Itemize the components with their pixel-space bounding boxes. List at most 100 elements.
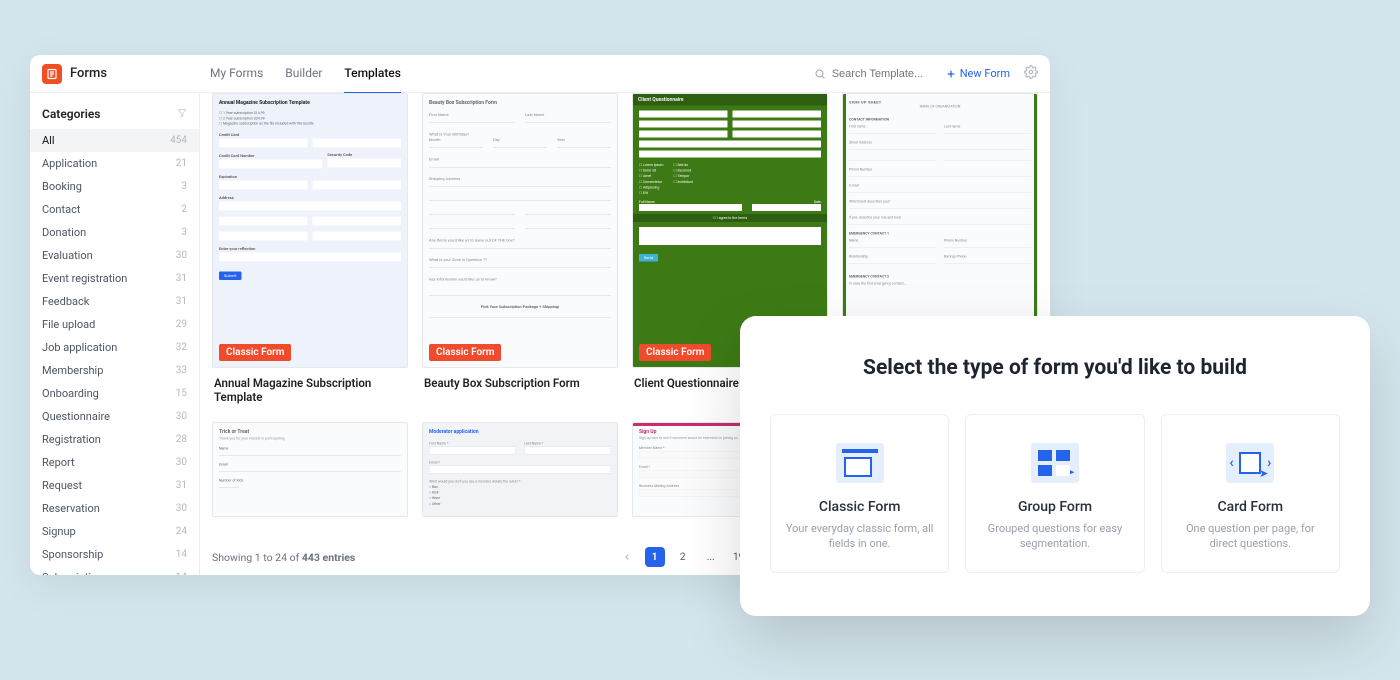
category-item[interactable]: Registration28 [30, 428, 199, 451]
category-label: Evaluation [42, 249, 93, 262]
gear-icon [1024, 65, 1038, 79]
card-form-icon: ➤ [1226, 443, 1274, 483]
sidebar-heading-label: Categories [42, 107, 100, 121]
category-label: Feedback [42, 295, 89, 308]
settings-button[interactable] [1024, 64, 1038, 83]
type-desc: One question per page, for direct questi… [1174, 521, 1327, 552]
category-item[interactable]: Contact2 [30, 198, 199, 221]
category-item[interactable]: Request 31 [30, 474, 199, 497]
page-ellipsis: ... [701, 547, 721, 567]
category-count: 31 [176, 480, 187, 491]
type-name: Classic Form [783, 499, 936, 515]
category-label: Event registration [42, 272, 127, 285]
topbar: Forms My Forms Builder Templates New For… [30, 55, 1050, 93]
summary-pre: Showing 1 to 24 of [212, 551, 302, 564]
category-item[interactable]: File upload 29 [30, 313, 199, 336]
new-form-button[interactable]: New Form [946, 67, 1010, 80]
category-count: 31 [176, 273, 187, 284]
type-group-form[interactable]: ➤ Group Form Grouped questions for easy … [965, 414, 1144, 573]
category-count: 3 [181, 227, 187, 238]
category-item[interactable]: Donation 3 [30, 221, 199, 244]
category-label: Questionnaire [42, 410, 110, 423]
category-label: Subscription [42, 571, 103, 575]
category-label: Report [42, 456, 75, 469]
type-name: Group Form [978, 499, 1131, 515]
category-item[interactable]: Report30 [30, 451, 199, 474]
category-count: 28 [176, 434, 187, 445]
entries-summary: Showing 1 to 24 of 443 entries [212, 551, 355, 564]
category-label: All [42, 134, 55, 147]
template-badge: Classic Form [219, 344, 291, 361]
template-card[interactable]: Annual Magazine Subscription Template ☐ … [212, 93, 408, 404]
category-count: 21 [176, 158, 187, 169]
template-badge: Classic Form [639, 344, 711, 361]
category-label: Donation [42, 226, 86, 239]
thumb-agree: ☐ I agree to the terms [633, 214, 827, 222]
category-label: Job application [42, 341, 117, 354]
type-card-form[interactable]: ➤ Card Form One question per page, for d… [1161, 414, 1340, 573]
category-item[interactable]: Event registration 31 [30, 267, 199, 290]
new-form-label: New Form [960, 67, 1010, 80]
category-item[interactable]: Job application32 [30, 336, 199, 359]
thumb-section: Pick Your Subscription Package + Shippin… [429, 305, 611, 310]
category-count: 33 [176, 365, 187, 376]
category-label: File upload [42, 318, 95, 331]
category-count: 24 [176, 526, 187, 537]
filter-icon[interactable] [177, 108, 187, 121]
category-list: All454Application21Booking3Contact2Donat… [30, 129, 199, 575]
category-item[interactable]: Feedback31 [30, 290, 199, 313]
category-item[interactable]: Signup24 [30, 520, 199, 543]
thumb-subtitle: Thank you for your interest in participa… [219, 437, 401, 441]
page-2-button[interactable]: 2 [673, 547, 693, 567]
category-item[interactable]: Booking3 [30, 175, 199, 198]
page-1-button[interactable]: 1 [645, 547, 665, 567]
category-count: 29 [176, 319, 187, 330]
category-count: 454 [170, 135, 187, 146]
nav-my-forms[interactable]: My Forms [210, 55, 263, 94]
category-count: 30 [176, 411, 187, 422]
category-item[interactable]: Sponsorship14 [30, 543, 199, 566]
category-count: 14 [176, 572, 187, 575]
modal-title: Select the type of form you'd like to bu… [770, 356, 1340, 380]
type-classic-form[interactable]: Classic Form Your everyday classic form,… [770, 414, 949, 573]
prev-page-button[interactable] [617, 547, 637, 567]
category-item[interactable]: All 454 [30, 129, 199, 152]
search-input[interactable] [832, 68, 932, 80]
template-card[interactable]: Moderator application First Name *Last N… [422, 422, 618, 517]
group-form-icon: ➤ [1031, 443, 1079, 483]
thumb-subtitle: NAME OF ORGANIZATION [849, 105, 1031, 109]
category-item[interactable]: Application21 [30, 152, 199, 175]
category-count: 30 [176, 503, 187, 514]
chevron-left-icon [622, 552, 632, 562]
category-label: Reservation [42, 502, 100, 515]
category-label: Request [42, 479, 82, 492]
category-label: Onboarding [42, 387, 99, 400]
category-count: 2 [181, 204, 187, 215]
search-box[interactable] [814, 68, 932, 80]
category-item[interactable]: Subscription 14 [30, 566, 199, 575]
category-item[interactable]: Membership33 [30, 359, 199, 382]
type-name: Card Form [1174, 499, 1327, 515]
type-desc: Grouped questions for easy segmentation. [978, 521, 1131, 552]
template-card[interactable]: Trick or Treat Thank you for your intere… [212, 422, 408, 517]
template-card[interactable]: Beauty Box Subscription Form First NameL… [422, 93, 618, 404]
form-type-options: Classic Form Your everyday classic form,… [770, 414, 1340, 573]
classic-form-icon [836, 443, 884, 483]
nav-builder[interactable]: Builder [285, 55, 322, 94]
thumb-section: EMERGENCY CONTACT 2 [849, 275, 1031, 279]
category-item[interactable]: Evaluation 30 [30, 244, 199, 267]
category-count: 14 [176, 549, 187, 560]
category-item[interactable]: Questionnaire 30 [30, 405, 199, 428]
category-item[interactable]: Reservation 30 [30, 497, 199, 520]
brand: Forms [42, 64, 200, 84]
thumb-title: Client Questionnaire [633, 94, 827, 106]
thumb-section: EMERGENCY CONTACT 1 [849, 232, 1031, 236]
category-item[interactable]: Onboarding15 [30, 382, 199, 405]
top-nav: My Forms Builder Templates [210, 55, 401, 94]
category-count: 30 [176, 250, 187, 261]
template-badge: Classic Form [429, 344, 501, 361]
category-count: 3 [181, 181, 187, 192]
summary-bold: 443 entries [302, 551, 355, 564]
nav-templates[interactable]: Templates [344, 55, 401, 94]
topbar-right: New Form [814, 64, 1038, 83]
